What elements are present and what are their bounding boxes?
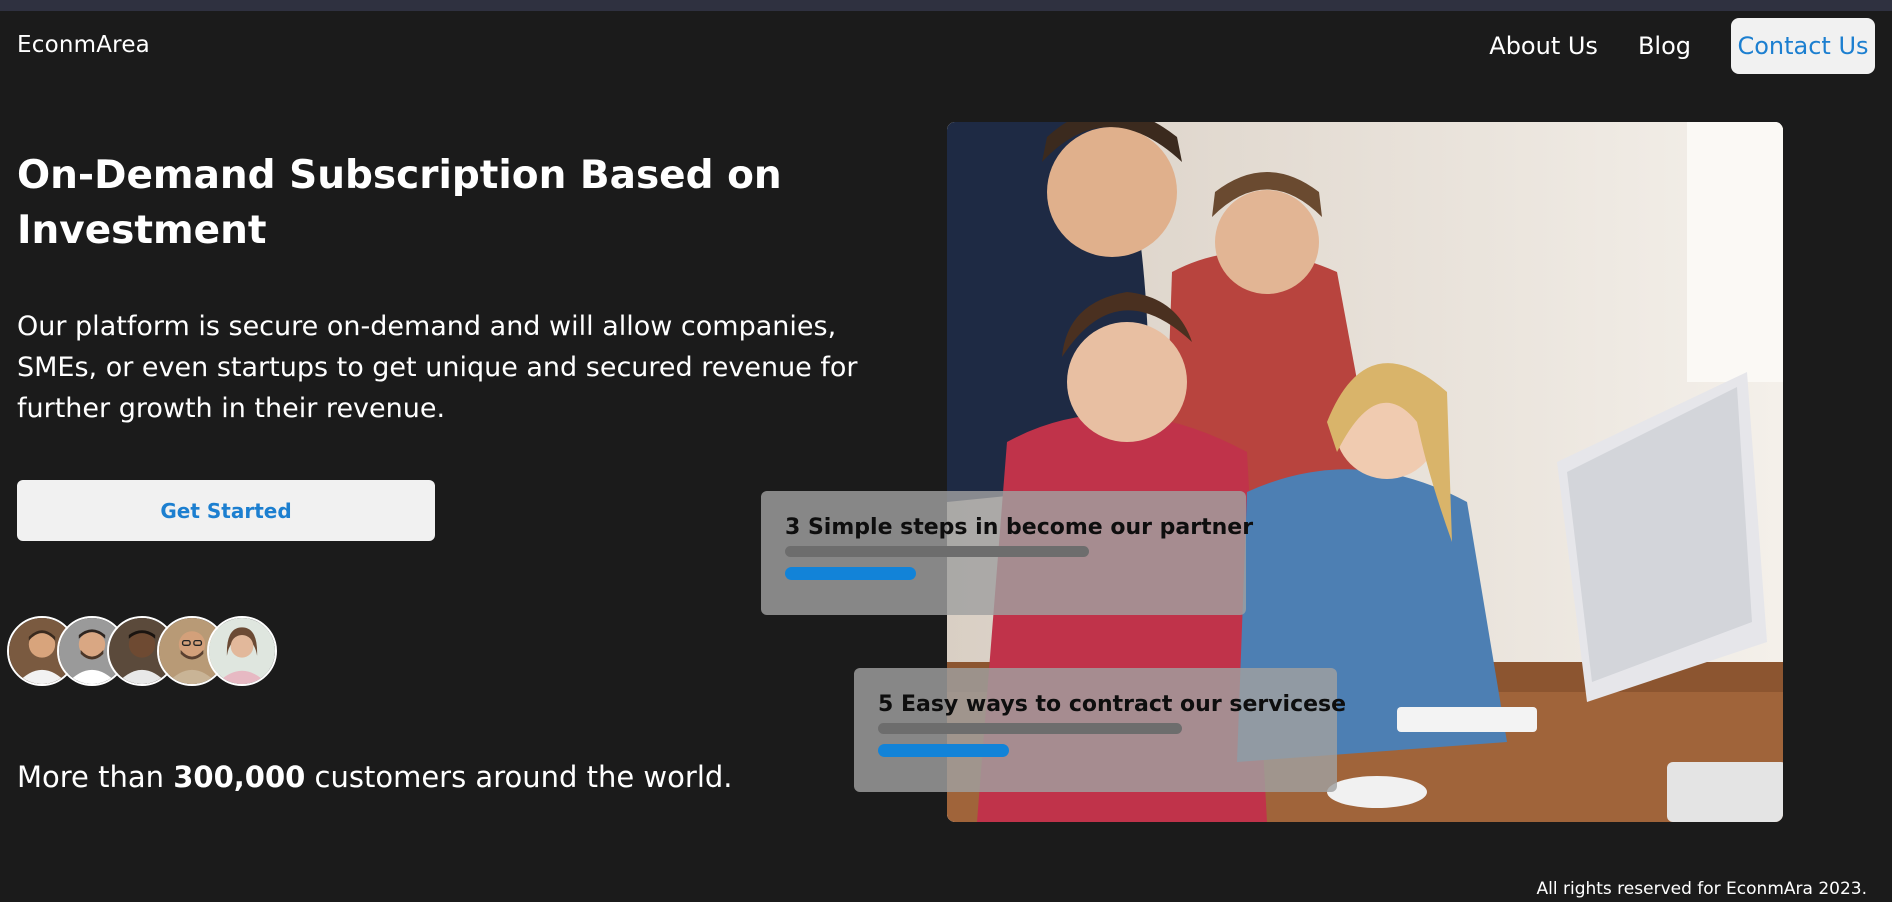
customers-suffix: customers around the world. xyxy=(314,760,733,794)
contract-ways-card[interactable]: 5 Easy ways to contract our servicese xyxy=(854,668,1347,792)
card-title: 5 Easy ways to contract our servicese xyxy=(878,692,1347,717)
nav-blog[interactable]: Blog xyxy=(1638,32,1691,60)
card-title: 3 Simple steps in become our partner xyxy=(785,515,1254,540)
contact-us-button[interactable]: Contact Us xyxy=(1731,18,1875,74)
page-headline: On-Demand Subscription Based on Investme… xyxy=(17,148,837,258)
card-progress-track xyxy=(878,723,1182,734)
customers-count: 300,000 xyxy=(173,760,306,794)
hero-description: Our platform is secure on-demand and wil… xyxy=(17,311,858,424)
footer-copyright: All rights reserved for EconmAra 2023. xyxy=(1536,879,1868,899)
card-progress-track xyxy=(785,546,1089,557)
partner-steps-card[interactable]: 3 Simple steps in become our partner xyxy=(761,491,1254,615)
card-progress-fill xyxy=(878,744,1009,757)
headline-line-1: On-Demand Subscription Based on xyxy=(17,153,782,198)
card-progress-fill xyxy=(785,567,916,580)
get-started-button[interactable]: Get Started xyxy=(17,480,435,541)
customers-count-text: More than 300,000 customers around the w… xyxy=(17,760,733,794)
nav-about-us[interactable]: About Us xyxy=(1489,32,1598,60)
avatar xyxy=(207,616,277,686)
customers-prefix: More than xyxy=(17,760,165,794)
browser-top-bar xyxy=(0,0,1892,11)
brand-logo[interactable]: EconmArea xyxy=(17,32,150,58)
headline-line-2: Investment xyxy=(17,208,267,253)
main-nav: About Us Blog Contact Us xyxy=(1449,18,1875,74)
